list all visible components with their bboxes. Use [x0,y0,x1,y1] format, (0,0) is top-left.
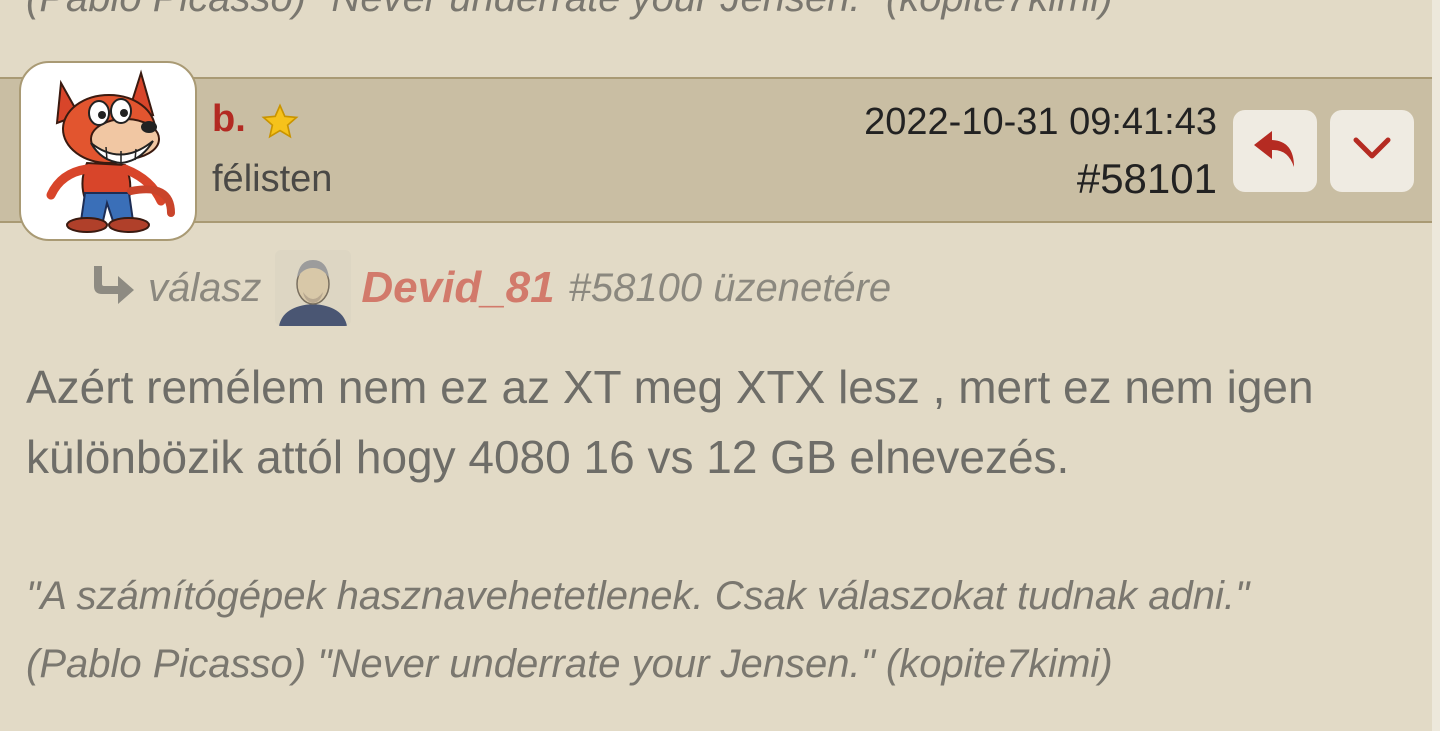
author-rank: félisten [212,158,333,200]
post-number[interactable]: #58101 [1077,155,1217,203]
reply-arrow-icon [88,264,136,313]
signature-line-2: (Pablo Picasso) "Never underrate your Je… [26,642,1113,686]
reply-prefix: válasz [148,265,262,310]
post-author[interactable]: b. [212,98,246,141]
cartoon-fox-avatar-icon [46,69,175,233]
post-body: Azért remélem nem ez az XT meg XTX lesz … [26,361,1314,483]
post-datetime: 2022-10-31 09:41:43 [864,101,1217,143]
replied-post-link[interactable]: #58100 üzenetére [569,266,892,311]
replied-user-avatar[interactable] [275,250,352,326]
signature-line-1: "A számítógépek hasznavehetetlenek. Csak… [26,574,1250,618]
post-menu-button[interactable] [1330,110,1414,192]
replied-user-link[interactable]: Devid_81 [361,263,554,313]
author-avatar[interactable] [19,61,197,241]
scrollbar[interactable] [1432,0,1440,731]
previous-post-signature: (Pablo Picasso) "Never underrate your Je… [26,0,1113,21]
reply-button[interactable] [1233,110,1317,192]
reply-reference: válasz Devid_81 #58100 üzenetére [88,248,891,328]
post-signature: "A számítógépek hasznavehetetlenek. Csak… [26,562,1416,698]
reply-icon [1250,127,1300,176]
star-icon [260,103,300,146]
chevron-down-icon [1350,134,1394,169]
